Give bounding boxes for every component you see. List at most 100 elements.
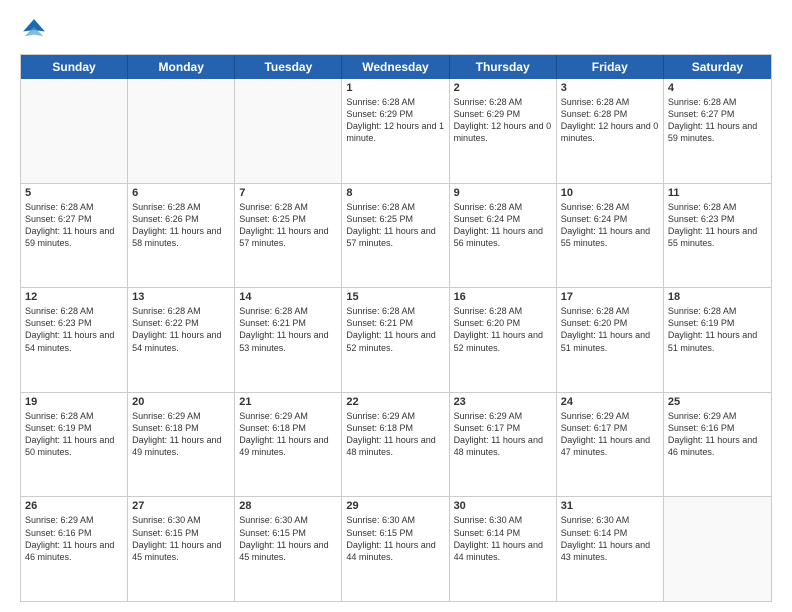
- logo: [20, 16, 52, 44]
- cell-info: Sunrise: 6:28 AMSunset: 6:24 PMDaylight:…: [454, 201, 552, 250]
- day-number: 30: [454, 500, 552, 512]
- cell-info: Sunrise: 6:30 AMSunset: 6:15 PMDaylight:…: [239, 514, 337, 563]
- calendar-body: 1 Sunrise: 6:28 AMSunset: 6:29 PMDaylight…: [21, 79, 771, 601]
- day-number: 22: [346, 396, 444, 408]
- cell-info: Sunrise: 6:29 AMSunset: 6:18 PMDaylight:…: [346, 410, 444, 459]
- header-day-monday: Monday: [128, 55, 235, 79]
- calendar-header: SundayMondayTuesdayWednesdayThursdayFrid…: [21, 55, 771, 79]
- day-number: 8: [346, 187, 444, 199]
- calendar-cell-19: 19 Sunrise: 6:28 AMSunset: 6:19 PMDayligh…: [21, 393, 128, 497]
- calendar-cell-18: 18 Sunrise: 6:28 AMSunset: 6:19 PMDayligh…: [664, 288, 771, 392]
- day-number: 14: [239, 291, 337, 303]
- calendar-cell-4: 4 Sunrise: 6:28 AMSunset: 6:27 PMDaylight…: [664, 79, 771, 183]
- cell-info: Sunrise: 6:28 AMSunset: 6:27 PMDaylight:…: [25, 201, 123, 250]
- calendar-row-1: 5 Sunrise: 6:28 AMSunset: 6:27 PMDaylight…: [21, 184, 771, 289]
- calendar-cell-17: 17 Sunrise: 6:28 AMSunset: 6:20 PMDayligh…: [557, 288, 664, 392]
- calendar-cell-16: 16 Sunrise: 6:28 AMSunset: 6:20 PMDayligh…: [450, 288, 557, 392]
- calendar-cell-22: 22 Sunrise: 6:29 AMSunset: 6:18 PMDayligh…: [342, 393, 449, 497]
- cell-info: Sunrise: 6:28 AMSunset: 6:20 PMDaylight:…: [454, 305, 552, 354]
- header-day-sunday: Sunday: [21, 55, 128, 79]
- cell-info: Sunrise: 6:29 AMSunset: 6:18 PMDaylight:…: [132, 410, 230, 459]
- calendar-cell-8: 8Sunrise: 6:28 AMSunset: 6:25 PMDaylight…: [342, 184, 449, 288]
- calendar-cell-12: 12Sunrise: 6:28 AMSunset: 6:23 PMDayligh…: [21, 288, 128, 392]
- calendar-cell-empty-4-6: [664, 497, 771, 601]
- day-number: 26: [25, 500, 123, 512]
- calendar-cell-30: 30 Sunrise: 6:30 AMSunset: 6:14 PMDayligh…: [450, 497, 557, 601]
- calendar-cell-3: 3Sunrise: 6:28 AMSunset: 6:28 PMDaylight…: [557, 79, 664, 183]
- day-number: 7: [239, 187, 337, 199]
- calendar-row-4: 26Sunrise: 6:29 AMSunset: 6:16 PMDayligh…: [21, 497, 771, 601]
- header-day-saturday: Saturday: [664, 55, 771, 79]
- calendar-cell-empty-0-1: [128, 79, 235, 183]
- cell-info: Sunrise: 6:28 AMSunset: 6:29 PMDaylight:…: [346, 96, 444, 145]
- day-number: 13: [132, 291, 230, 303]
- calendar-cell-25: 25 Sunrise: 6:29 AMSunset: 6:16 PMDayligh…: [664, 393, 771, 497]
- day-number: 28: [239, 500, 337, 512]
- day-number: 19: [25, 396, 123, 408]
- day-number: 31: [561, 500, 659, 512]
- cell-info: Sunrise: 6:28 AMSunset: 6:21 PMDaylight:…: [346, 305, 444, 354]
- calendar-cell-9: 9 Sunrise: 6:28 AMSunset: 6:24 PMDaylight…: [450, 184, 557, 288]
- day-number: 1: [346, 82, 444, 94]
- header: [20, 16, 772, 44]
- calendar-cell-21: 21 Sunrise: 6:29 AMSunset: 6:18 PMDayligh…: [235, 393, 342, 497]
- day-number: 20: [132, 396, 230, 408]
- calendar-cell-28: 28 Sunrise: 6:30 AMSunset: 6:15 PMDayligh…: [235, 497, 342, 601]
- day-number: 10: [561, 187, 659, 199]
- cell-info: Sunrise: 6:28 AMSunset: 6:26 PMDaylight:…: [132, 201, 230, 250]
- calendar-cell-29: 29 Sunrise: 6:30 AMSunset: 6:15 PMDayligh…: [342, 497, 449, 601]
- day-number: 11: [668, 187, 767, 199]
- calendar-cell-20: 20 Sunrise: 6:29 AMSunset: 6:18 PMDayligh…: [128, 393, 235, 497]
- cell-info: Sunrise: 6:29 AMSunset: 6:18 PMDaylight:…: [239, 410, 337, 459]
- generalblue-logo-icon: [20, 16, 48, 44]
- cell-info: Sunrise: 6:30 AMSunset: 6:14 PMDaylight:…: [454, 514, 552, 563]
- day-number: 29: [346, 500, 444, 512]
- cell-info: Sunrise: 6:28 AMSunset: 6:29 PMDaylight:…: [454, 96, 552, 145]
- calendar-cell-10: 10Sunrise: 6:28 AMSunset: 6:24 PMDayligh…: [557, 184, 664, 288]
- cell-info: Sunrise: 6:28 AMSunset: 6:25 PMDaylight:…: [239, 201, 337, 250]
- calendar: SundayMondayTuesdayWednesdayThursdayFrid…: [20, 54, 772, 602]
- calendar-cell-15: 15 Sunrise: 6:28 AMSunset: 6:21 PMDayligh…: [342, 288, 449, 392]
- cell-info: Sunrise: 6:28 AMSunset: 6:21 PMDaylight:…: [239, 305, 337, 354]
- calendar-cell-empty-0-2: [235, 79, 342, 183]
- day-number: 21: [239, 396, 337, 408]
- cell-info: Sunrise: 6:28 AMSunset: 6:23 PMDaylight:…: [668, 201, 767, 250]
- header-day-wednesday: Wednesday: [342, 55, 449, 79]
- day-number: 25: [668, 396, 767, 408]
- calendar-row-0: 1 Sunrise: 6:28 AMSunset: 6:29 PMDaylight…: [21, 79, 771, 184]
- day-number: 24: [561, 396, 659, 408]
- day-number: 5: [25, 187, 123, 199]
- cell-info: Sunrise: 6:28 AMSunset: 6:19 PMDaylight:…: [668, 305, 767, 354]
- cell-info: Sunrise: 6:28 AMSunset: 6:27 PMDaylight:…: [668, 96, 767, 145]
- cell-info: Sunrise: 6:30 AMSunset: 6:14 PMDaylight:…: [561, 514, 659, 563]
- cell-info: Sunrise: 6:29 AMSunset: 6:17 PMDaylight:…: [561, 410, 659, 459]
- calendar-cell-31: 31 Sunrise: 6:30 AMSunset: 6:14 PMDayligh…: [557, 497, 664, 601]
- cell-info: Sunrise: 6:29 AMSunset: 6:17 PMDaylight:…: [454, 410, 552, 459]
- page: SundayMondayTuesdayWednesdayThursdayFrid…: [0, 0, 792, 612]
- calendar-row-3: 19 Sunrise: 6:28 AMSunset: 6:19 PMDayligh…: [21, 393, 771, 498]
- calendar-cell-26: 26Sunrise: 6:29 AMSunset: 6:16 PMDayligh…: [21, 497, 128, 601]
- day-number: 2: [454, 82, 552, 94]
- calendar-cell-24: 24 Sunrise: 6:29 AMSunset: 6:17 PMDayligh…: [557, 393, 664, 497]
- calendar-cell-13: 13Sunrise: 6:28 AMSunset: 6:22 PMDayligh…: [128, 288, 235, 392]
- day-number: 16: [454, 291, 552, 303]
- day-number: 23: [454, 396, 552, 408]
- cell-info: Sunrise: 6:29 AMSunset: 6:16 PMDaylight:…: [668, 410, 767, 459]
- day-number: 4: [668, 82, 767, 94]
- header-day-thursday: Thursday: [450, 55, 557, 79]
- cell-info: Sunrise: 6:30 AMSunset: 6:15 PMDaylight:…: [346, 514, 444, 563]
- day-number: 9: [454, 187, 552, 199]
- calendar-cell-2: 2 Sunrise: 6:28 AMSunset: 6:29 PMDaylight…: [450, 79, 557, 183]
- calendar-row-2: 12Sunrise: 6:28 AMSunset: 6:23 PMDayligh…: [21, 288, 771, 393]
- header-day-tuesday: Tuesday: [235, 55, 342, 79]
- cell-info: Sunrise: 6:28 AMSunset: 6:20 PMDaylight:…: [561, 305, 659, 354]
- calendar-cell-5: 5 Sunrise: 6:28 AMSunset: 6:27 PMDaylight…: [21, 184, 128, 288]
- day-number: 15: [346, 291, 444, 303]
- calendar-cell-23: 23 Sunrise: 6:29 AMSunset: 6:17 PMDayligh…: [450, 393, 557, 497]
- day-number: 18: [668, 291, 767, 303]
- day-number: 3: [561, 82, 659, 94]
- cell-info: Sunrise: 6:28 AMSunset: 6:19 PMDaylight:…: [25, 410, 123, 459]
- day-number: 12: [25, 291, 123, 303]
- day-number: 17: [561, 291, 659, 303]
- day-number: 27: [132, 500, 230, 512]
